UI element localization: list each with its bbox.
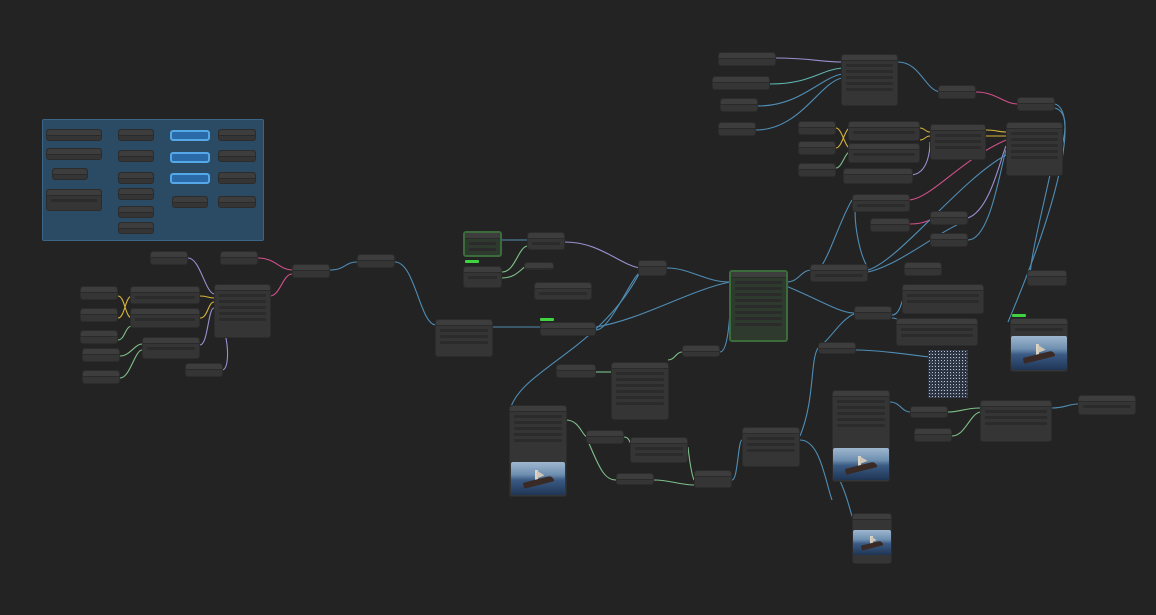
node-m10[interactable] xyxy=(682,345,720,357)
group-node-7[interactable] xyxy=(118,172,154,184)
node-m7[interactable] xyxy=(638,260,667,276)
node-r7[interactable] xyxy=(1017,97,1055,111)
group-node-2[interactable] xyxy=(46,148,102,160)
node-r15[interactable] xyxy=(1006,122,1063,176)
group-node-15[interactable] xyxy=(218,196,256,208)
node-r30[interactable] xyxy=(1078,395,1136,415)
node-l13[interactable] xyxy=(292,264,330,278)
node-r20[interactable] xyxy=(810,264,868,282)
node-r28[interactable] xyxy=(914,428,952,442)
node-r22[interactable] xyxy=(1027,270,1067,286)
node-m3[interactable] xyxy=(527,232,565,250)
group-primitive-2[interactable] xyxy=(170,152,210,163)
group-primitive-1[interactable] xyxy=(170,130,210,141)
group-primitive-3[interactable] xyxy=(170,173,210,184)
node-r11[interactable] xyxy=(848,121,920,141)
node-r3[interactable] xyxy=(720,98,758,112)
node-l9[interactable] xyxy=(130,308,200,328)
node-l6[interactable] xyxy=(82,348,120,362)
node-m12[interactable] xyxy=(630,437,688,463)
node-r8[interactable] xyxy=(798,121,836,135)
preview-image-3 xyxy=(853,530,891,555)
group-node-14[interactable] xyxy=(172,196,208,208)
node-r12[interactable] xyxy=(848,143,920,163)
node-m8[interactable] xyxy=(556,364,596,378)
node-m11[interactable] xyxy=(586,430,624,444)
node-m5[interactable] xyxy=(534,282,592,300)
node-r21[interactable] xyxy=(904,262,942,276)
node-l2[interactable] xyxy=(220,251,258,265)
node-r19[interactable] xyxy=(930,233,968,247)
node-r10[interactable] xyxy=(798,163,836,177)
group-node-11[interactable] xyxy=(218,129,256,141)
node-r5[interactable] xyxy=(841,54,898,106)
node-tag-2 xyxy=(540,318,554,321)
node-tag-3 xyxy=(1012,314,1026,317)
node-l5[interactable] xyxy=(80,330,118,344)
node-r13[interactable] xyxy=(843,168,913,184)
node-l12[interactable] xyxy=(214,284,271,338)
node-m15[interactable] xyxy=(742,427,800,467)
node-r6[interactable] xyxy=(938,85,976,99)
node-m4[interactable] xyxy=(524,262,554,270)
group-node-5[interactable] xyxy=(118,129,154,141)
group-node-4[interactable] xyxy=(46,189,102,211)
node-m1[interactable] xyxy=(435,319,493,357)
node-m13[interactable] xyxy=(616,473,654,485)
node-r24[interactable] xyxy=(854,306,892,320)
node-green-1[interactable] xyxy=(463,231,502,257)
group-node-12[interactable] xyxy=(218,150,256,162)
node-r25[interactable] xyxy=(896,318,978,346)
group-node-9[interactable] xyxy=(118,206,154,218)
node-r26[interactable] xyxy=(818,342,856,354)
node-sampler[interactable] xyxy=(729,270,788,342)
group-node-8[interactable] xyxy=(118,188,154,200)
noise-preview xyxy=(928,350,968,398)
node-l14[interactable] xyxy=(357,254,395,268)
group-node-3[interactable] xyxy=(52,168,88,180)
node-r16[interactable] xyxy=(852,194,910,212)
node-l4[interactable] xyxy=(80,308,118,322)
node-tag-1 xyxy=(465,260,479,263)
group-node-6[interactable] xyxy=(118,150,154,162)
preview-image-4 xyxy=(1011,336,1067,370)
node-r2[interactable] xyxy=(712,76,770,90)
group-node-10[interactable] xyxy=(118,222,154,234)
node-r9[interactable] xyxy=(798,141,836,155)
node-r29[interactable] xyxy=(980,400,1052,442)
node-m14[interactable] xyxy=(694,470,732,488)
node-r4[interactable] xyxy=(718,122,756,136)
preview-image-2 xyxy=(833,448,889,480)
group-node-1[interactable] xyxy=(46,129,102,141)
node-m6[interactable] xyxy=(540,322,596,336)
node-m2[interactable] xyxy=(463,266,502,288)
node-graph-canvas[interactable] xyxy=(0,0,1156,615)
node-r27[interactable] xyxy=(910,406,948,418)
node-r18[interactable] xyxy=(930,211,968,225)
node-r14[interactable] xyxy=(930,124,986,160)
preview-image-1 xyxy=(511,462,565,495)
node-r1[interactable] xyxy=(718,52,776,66)
node-l3[interactable] xyxy=(80,286,118,300)
node-l8[interactable] xyxy=(130,286,200,304)
node-m9[interactable] xyxy=(611,362,669,420)
node-r17[interactable] xyxy=(870,218,910,232)
node-l1[interactable] xyxy=(150,251,188,265)
node-l11[interactable] xyxy=(185,363,223,377)
group-node-13[interactable] xyxy=(218,172,256,184)
node-l7[interactable] xyxy=(82,370,120,384)
node-l10[interactable] xyxy=(142,337,200,359)
node-r23[interactable] xyxy=(902,284,984,314)
